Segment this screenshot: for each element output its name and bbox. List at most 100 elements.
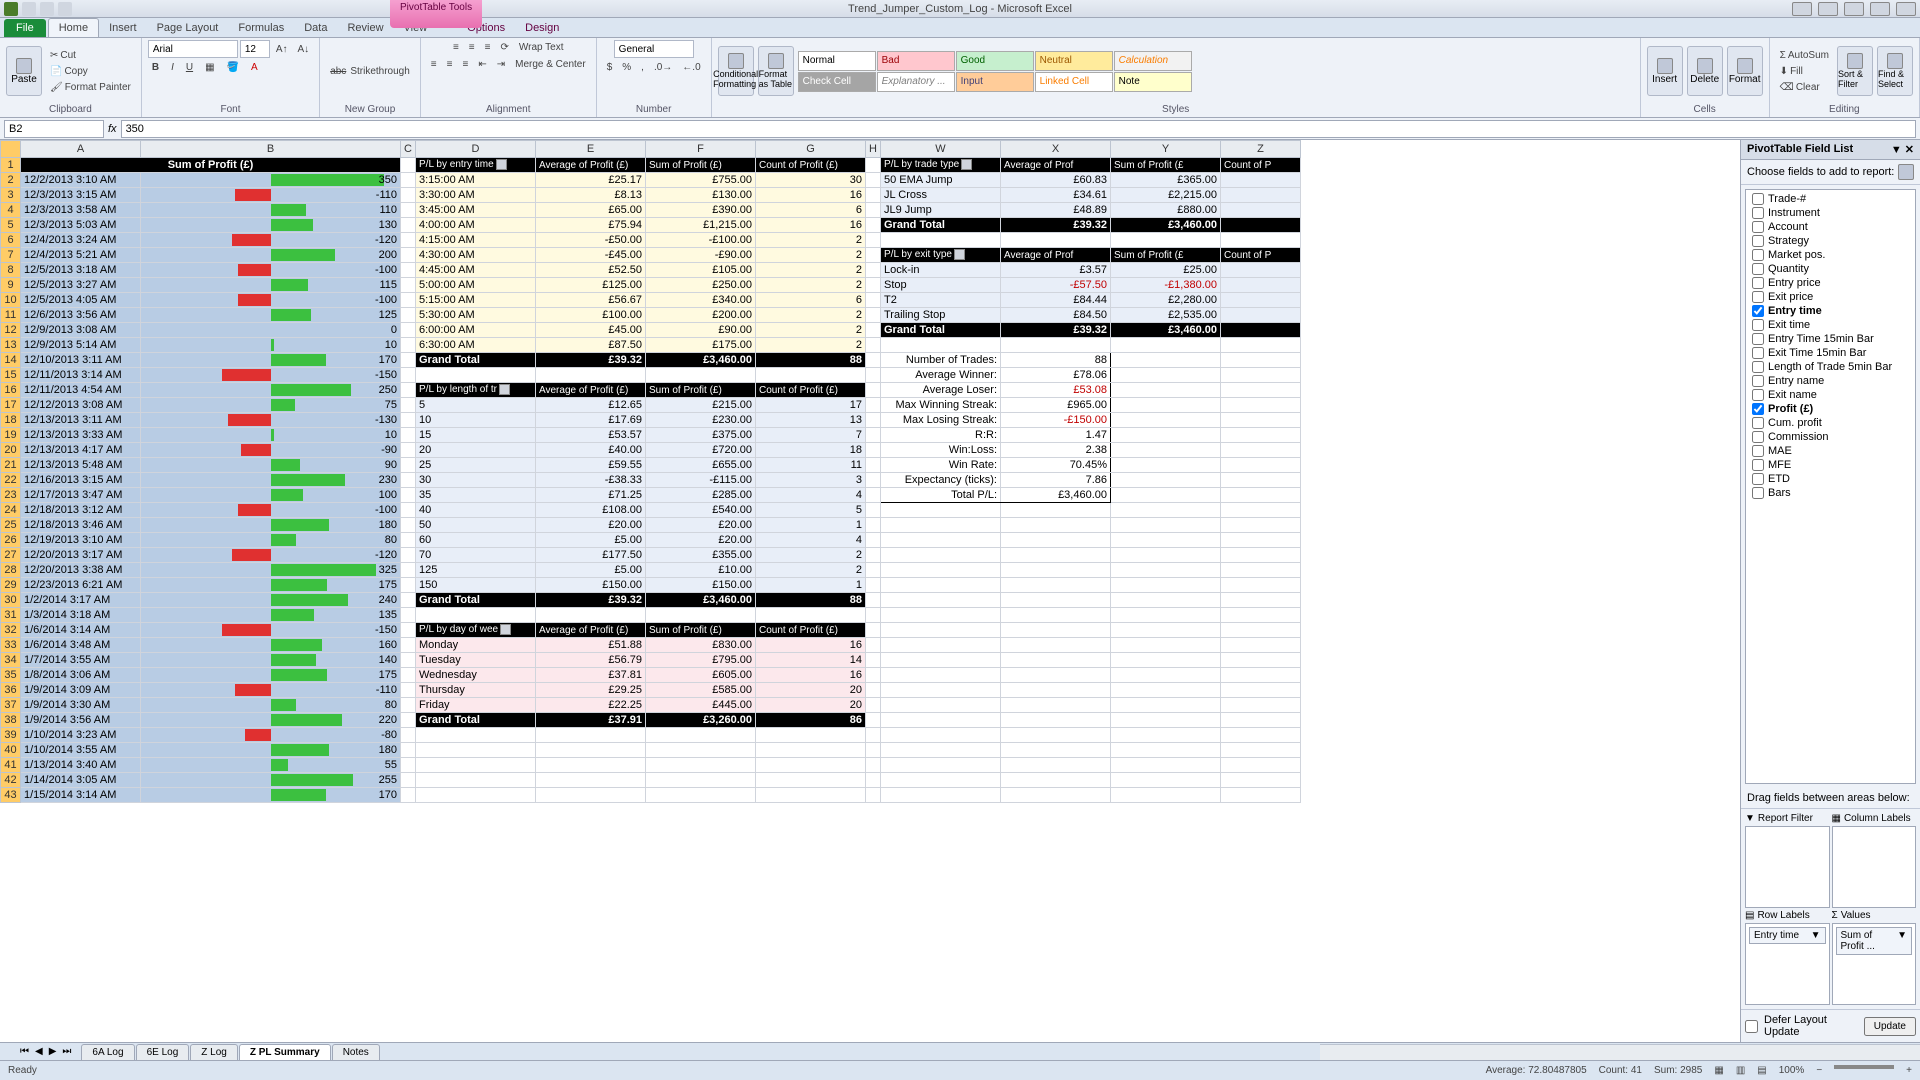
table-cell[interactable]: 16 xyxy=(756,218,866,233)
profit-bar-cell[interactable]: 240 xyxy=(141,593,401,608)
table-cell[interactable]: Thursday xyxy=(416,683,536,698)
table-cell[interactable]: £177.50 xyxy=(536,548,646,563)
profit-bar-cell[interactable]: 10 xyxy=(141,428,401,443)
col-header-D[interactable]: D xyxy=(416,141,536,158)
pivot-col-header[interactable]: Sum of Profit (£) xyxy=(646,623,756,638)
sort-filter-button[interactable]: Sort & Filter xyxy=(1837,46,1873,96)
table-cell[interactable]: £230.00 xyxy=(646,413,756,428)
tab-nav-last[interactable]: ⏭ xyxy=(62,1046,71,1057)
table-cell[interactable]: 3:15:00 AM xyxy=(416,173,536,188)
date-cell[interactable]: 1/3/2014 3:18 AM xyxy=(21,608,141,623)
style-calculation[interactable]: Calculation xyxy=(1114,51,1192,71)
table-cell[interactable]: 5 xyxy=(416,398,536,413)
row-header-3[interactable]: 3 xyxy=(1,188,21,203)
table-cell[interactable]: 10 xyxy=(416,413,536,428)
row-header-34[interactable]: 34 xyxy=(1,653,21,668)
date-cell[interactable]: 1/9/2014 3:30 AM xyxy=(21,698,141,713)
table-cell[interactable]: 3 xyxy=(756,473,866,488)
pivot-col-header[interactable]: Average of Profit (£) xyxy=(536,383,646,398)
increase-indent-button[interactable]: ⇥ xyxy=(493,57,509,72)
clear-button[interactable]: ⌫ Clear xyxy=(1776,80,1833,95)
view-normal-icon[interactable]: ▦ xyxy=(1714,1065,1723,1076)
table-cell[interactable]: 1 xyxy=(756,578,866,593)
table-cell[interactable]: 4 xyxy=(756,533,866,548)
qat-undo-icon[interactable] xyxy=(40,2,54,16)
number-format-combo[interactable] xyxy=(614,40,694,58)
filter-icon[interactable] xyxy=(961,159,972,170)
col-header-Y[interactable]: Y xyxy=(1111,141,1221,158)
pivot-col-header[interactable]: Count of Profit (£) xyxy=(756,383,866,398)
row-header-26[interactable]: 26 xyxy=(1,533,21,548)
orientation-button[interactable]: ⟳ xyxy=(496,40,512,55)
profit-bar-cell[interactable]: 130 xyxy=(141,218,401,233)
date-cell[interactable]: 1/7/2014 3:55 AM xyxy=(21,653,141,668)
table-cell[interactable]: 2 xyxy=(756,563,866,578)
profit-bar-cell[interactable]: 140 xyxy=(141,653,401,668)
font-size-combo[interactable] xyxy=(240,40,270,58)
table-cell[interactable]: 4:00:00 AM xyxy=(416,218,536,233)
tab-insert[interactable]: Insert xyxy=(99,19,147,37)
tab-nav-next[interactable]: ▶ xyxy=(49,1046,57,1057)
row-header-43[interactable]: 43 xyxy=(1,788,21,803)
sheet-tab-z-log[interactable]: Z Log xyxy=(190,1044,238,1060)
col-header-E[interactable]: E xyxy=(536,141,646,158)
maximize-button[interactable] xyxy=(1870,2,1890,16)
field-checkbox[interactable] xyxy=(1752,375,1764,387)
table-cell[interactable]: -£38.33 xyxy=(536,473,646,488)
view-break-icon[interactable]: ▤ xyxy=(1757,1065,1766,1076)
field-bars[interactable]: Bars xyxy=(1752,486,1909,500)
table-cell[interactable]: £880.00 xyxy=(1111,203,1221,218)
paste-button[interactable]: Paste xyxy=(6,46,42,96)
zoom-out-button[interactable]: − xyxy=(1816,1065,1822,1076)
date-cell[interactable]: 12/11/2013 3:14 AM xyxy=(21,368,141,383)
table-cell[interactable]: 15 xyxy=(416,428,536,443)
style-neutral[interactable]: Neutral xyxy=(1035,51,1113,71)
table-cell[interactable]: JL Cross xyxy=(881,188,1001,203)
row-header-30[interactable]: 30 xyxy=(1,593,21,608)
date-cell[interactable]: 12/13/2013 5:48 AM xyxy=(21,458,141,473)
fill-color-button[interactable]: 🪣 xyxy=(223,60,243,75)
pivot-col-header[interactable]: Count of P xyxy=(1221,248,1301,263)
table-cell[interactable] xyxy=(1221,308,1301,323)
tab-data[interactable]: Data xyxy=(294,19,337,37)
profit-bar-cell[interactable]: -130 xyxy=(141,413,401,428)
date-cell[interactable]: 12/18/2013 3:12 AM xyxy=(21,503,141,518)
zoom-level[interactable]: 100% xyxy=(1779,1065,1805,1076)
table-cell[interactable]: £200.00 xyxy=(646,308,756,323)
align-left-button[interactable]: ≡ xyxy=(427,57,441,72)
row-header-24[interactable]: 24 xyxy=(1,503,21,518)
wrap-text-button[interactable]: Wrap Text xyxy=(515,40,568,55)
row-header-6[interactable]: 6 xyxy=(1,233,21,248)
spreadsheet-grid[interactable]: ABCDEFGHWXYZ1Sum of Profit (£)P/L by ent… xyxy=(0,140,1740,1042)
table-cell[interactable]: 35 xyxy=(416,488,536,503)
field-checkbox[interactable] xyxy=(1752,389,1764,401)
row-header-31[interactable]: 31 xyxy=(1,608,21,623)
field-list-fields[interactable]: Trade-#InstrumentAccountStrategyMarket p… xyxy=(1745,189,1916,784)
date-cell[interactable]: 1/15/2014 3:14 AM xyxy=(21,788,141,803)
table-cell[interactable]: £53.57 xyxy=(536,428,646,443)
field-exit-name[interactable]: Exit name xyxy=(1752,388,1909,402)
date-cell[interactable]: 12/3/2013 3:15 AM xyxy=(21,188,141,203)
strikethrough-button[interactable]: abcStrikethrough xyxy=(326,64,414,79)
table-cell[interactable]: 2 xyxy=(756,233,866,248)
profit-bar-cell[interactable]: -120 xyxy=(141,548,401,563)
sheet-tab-6a-log[interactable]: 6A Log xyxy=(81,1044,134,1060)
report-filter-box[interactable] xyxy=(1745,826,1830,908)
field-instrument[interactable]: Instrument xyxy=(1752,206,1909,220)
table-cell[interactable]: -£57.50 xyxy=(1001,278,1111,293)
profit-bar-cell[interactable]: 230 xyxy=(141,473,401,488)
field-checkbox[interactable] xyxy=(1752,333,1764,345)
filter-icon[interactable] xyxy=(496,159,507,170)
font-name-combo[interactable] xyxy=(148,40,238,58)
col-header-A[interactable]: A xyxy=(21,141,141,158)
table-cell[interactable]: £755.00 xyxy=(646,173,756,188)
pivot-col-header[interactable]: Sum of Profit (£) xyxy=(646,158,756,173)
row-header-18[interactable]: 18 xyxy=(1,413,21,428)
date-cell[interactable]: 12/23/2013 6:21 AM xyxy=(21,578,141,593)
date-cell[interactable]: 12/20/2013 3:17 AM xyxy=(21,548,141,563)
profit-bar-cell[interactable]: -150 xyxy=(141,623,401,638)
date-cell[interactable]: 12/3/2013 3:58 AM xyxy=(21,203,141,218)
profit-bar-cell[interactable]: -150 xyxy=(141,368,401,383)
row-header-39[interactable]: 39 xyxy=(1,728,21,743)
copy-button[interactable]: 📄 Copy xyxy=(46,64,135,79)
